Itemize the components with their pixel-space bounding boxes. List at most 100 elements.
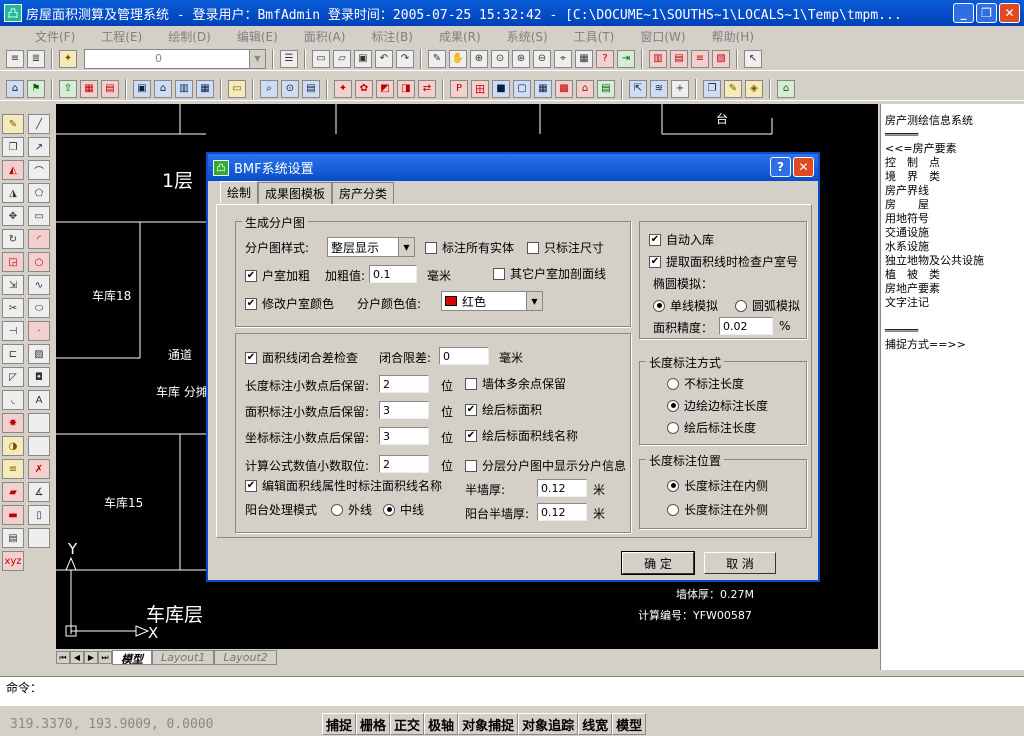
bold-room-checkbox[interactable]: ✔ 户室加粗 — [245, 267, 310, 284]
menu-window[interactable]: 窗口(W) — [627, 28, 698, 45]
coord-dec-input[interactable]: 3 — [379, 427, 429, 445]
arc-icon[interactable]: ◜ — [28, 229, 50, 249]
panel-item-house[interactable]: 房 屋 — [885, 198, 1020, 212]
layer-info-checkbox[interactable]: 分层分户图中显示分户信息 — [465, 457, 626, 474]
brush-icon[interactable]: ✎ — [724, 79, 742, 98]
panel-item-property-line[interactable]: 房产界线 — [885, 184, 1020, 198]
tab-model[interactable]: 模型 — [112, 650, 152, 666]
status-lineweight[interactable]: 线宽 — [578, 713, 613, 735]
ok-button[interactable]: 确 定 — [621, 551, 695, 575]
properties-icon[interactable]: ☰ — [280, 49, 298, 68]
draw-area-name-checkbox[interactable]: ✔ 绘后标面积线名称 — [465, 427, 578, 444]
draw-area-checkbox[interactable]: ✔ 绘后标面积 — [465, 401, 542, 418]
slab-icon[interactable]: ▰ — [2, 482, 24, 502]
search-doc-icon[interactable]: ⌕ — [260, 79, 278, 98]
select-area-icon[interactable]: ◩ — [376, 79, 394, 98]
polygon-icon[interactable]: ⬠ — [28, 183, 50, 203]
house-icon[interactable]: ⌂ — [6, 79, 24, 98]
precision-input[interactable]: 0.02 — [719, 317, 773, 335]
layer-manager-icon[interactable]: ≣ — [27, 49, 45, 68]
mark-all-checkbox[interactable]: 标注所有实体 — [425, 239, 514, 256]
chevron-down-icon[interactable]: ▼ — [398, 238, 414, 256]
frame-icon[interactable]: ▢ — [513, 79, 531, 98]
measure-line-icon[interactable]: ≡ — [2, 459, 24, 479]
after-length-radio[interactable]: 绘后标注长度 — [667, 419, 756, 436]
paint-icon[interactable]: ◈ — [745, 79, 763, 98]
rectangle-icon[interactable]: ▭ — [28, 206, 50, 226]
stretch-icon[interactable]: ⇲ — [2, 275, 24, 295]
columns-icon[interactable]: ▯ — [28, 505, 50, 525]
move-icon[interactable]: ✥ — [2, 206, 24, 226]
panel-item-vegetation[interactable]: 植 被 类 — [885, 268, 1020, 282]
single-line-radio[interactable]: 单线模拟 — [653, 297, 718, 314]
no-length-radio[interactable]: 不标注长度 — [667, 375, 744, 392]
copy-object-icon[interactable]: ❐ — [2, 137, 24, 157]
menu-draw[interactable]: 绘制(D) — [155, 28, 224, 45]
house-grid-icon[interactable]: ▦ — [80, 79, 98, 98]
tab-result-template[interactable]: 成果图模板 — [258, 182, 333, 204]
status-osnap[interactable]: 对象捕捉 — [458, 713, 519, 735]
square-icon[interactable]: ■ — [492, 79, 510, 98]
close-button[interactable]: ✕ — [999, 3, 1020, 23]
wall-multi-checkbox[interactable]: 墙体多余点保留 — [465, 375, 566, 392]
edit-attr-checkbox[interactable]: ✔ 编辑面积线属性时标注面积线名称 — [245, 477, 442, 494]
mirror-icon[interactable]: ◭ — [2, 160, 24, 180]
extend-icon[interactable]: ⊣ — [2, 321, 24, 341]
balcony-icon[interactable]: ▧ — [712, 49, 730, 68]
home-icon[interactable]: ⌂ — [154, 79, 172, 98]
pavilion-icon[interactable]: ⌂ — [576, 79, 594, 98]
tab-draw[interactable]: 绘制 — [220, 181, 259, 203]
closure-input[interactable]: 0 — [439, 347, 489, 365]
chevron-down-icon[interactable]: ▼ — [526, 292, 542, 310]
edit-icon[interactable]: ✗ — [28, 459, 50, 479]
style-select[interactable]: 整层显示 ▼ — [327, 237, 415, 257]
grid-icon[interactable]: ▦ — [534, 79, 552, 98]
status-model[interactable]: 模型 — [612, 713, 647, 735]
menu-area[interactable]: 面积(A) — [291, 28, 359, 45]
layer-combo[interactable]: 0 ▼ — [84, 48, 266, 69]
text-icon[interactable]: A — [28, 390, 50, 410]
inside-radio[interactable]: 长度标注在内侧 — [667, 477, 768, 494]
map-icon[interactable]: ▣ — [133, 79, 151, 98]
pencil-icon[interactable]: ✎ — [428, 49, 446, 68]
formula-dec-input[interactable]: 2 — [379, 455, 429, 473]
new-file-icon[interactable]: ▭ — [312, 49, 330, 68]
zoom-previous-icon[interactable]: ⊖ — [533, 49, 551, 68]
status-polar[interactable]: 极轴 — [424, 713, 459, 735]
calculator-icon[interactable]: ▦ — [575, 49, 593, 68]
panel-item-control-points[interactable]: 控 制 点 — [885, 156, 1020, 170]
help-icon[interactable]: ? — [596, 49, 614, 68]
dimension-icon[interactable]: ◑ — [2, 436, 24, 456]
balcony-center-radio[interactable]: 中线 — [383, 501, 424, 518]
stairs-icon[interactable]: ≡ — [691, 49, 709, 68]
red-block-icon[interactable]: ▬ — [2, 505, 24, 525]
balcony-half-input[interactable]: 0.12 — [537, 503, 587, 521]
brick-icon[interactable]: ▤ — [101, 79, 119, 98]
break-icon[interactable]: ⊏ — [2, 344, 24, 364]
hatch-icon[interactable]: ▨ — [28, 344, 50, 364]
maximize-button[interactable]: ❐ — [976, 3, 997, 23]
status-ortho[interactable]: 正交 — [390, 713, 425, 735]
cancel-button[interactable]: 取 消 — [704, 552, 776, 574]
plus-box-icon[interactable]: + — [671, 79, 689, 98]
wall-icon[interactable]: ▤ — [670, 49, 688, 68]
half-wall-input[interactable]: 0.12 — [537, 479, 587, 497]
tab-layout2[interactable]: Layout2 — [214, 650, 277, 665]
tools-icon[interactable]: ✦ — [334, 79, 352, 98]
first-tab-icon[interactable]: ⏮ — [56, 651, 70, 664]
outside-radio[interactable]: 长度标注在外侧 — [667, 501, 768, 518]
bold-value-input[interactable]: 0.1 — [369, 265, 417, 283]
stack-icon[interactable]: ≋ — [650, 79, 668, 98]
arc-sim-radio[interactable]: 圆弧模拟 — [735, 297, 800, 314]
menu-project[interactable]: 工程(E) — [88, 28, 155, 45]
status-snap[interactable]: 捕捉 — [322, 713, 357, 735]
circle-icon[interactable]: ○ — [28, 252, 50, 272]
menu-edit[interactable]: 编辑(E) — [224, 28, 291, 45]
panel-item-text-notes[interactable]: 文字注记 — [885, 296, 1020, 310]
open-file-icon[interactable]: ▱ — [333, 49, 351, 68]
point-icon[interactable]: · — [28, 321, 50, 341]
dialog-close-button[interactable]: ✕ — [793, 157, 814, 177]
balcony-outer-radio[interactable]: 外线 — [331, 501, 372, 518]
menu-annotate[interactable]: 标注(B) — [358, 28, 426, 45]
exchange-icon[interactable]: ⇄ — [418, 79, 436, 98]
